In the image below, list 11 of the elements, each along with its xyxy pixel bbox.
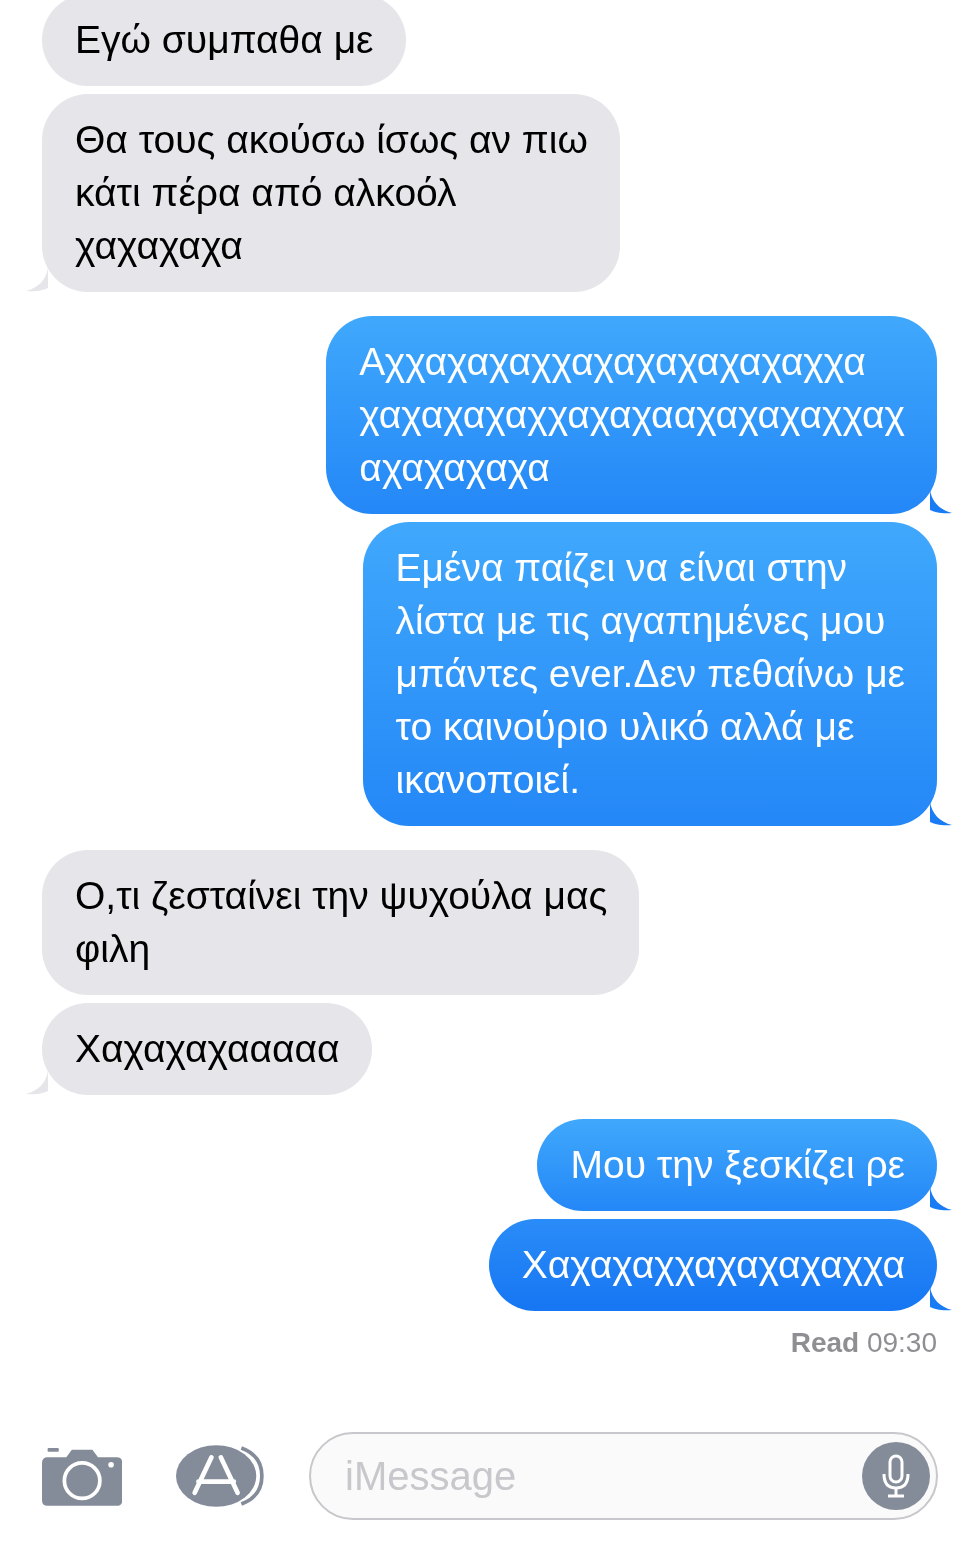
read-receipt: Read 09:30	[790, 1327, 937, 1359]
microphone-icon[interactable]	[862, 1442, 930, 1510]
sent-message-bubble: Μου την ξεσκίζει ρε	[537, 1119, 937, 1211]
sent-message-bubble: Χαχαχαχχαχαχαχαχχα	[488, 1219, 937, 1311]
received-message-bubble: Χαχαχαχααααα	[42, 1003, 372, 1095]
received-message-bubble: Εγώ συμπαθα με	[42, 0, 406, 86]
received-message-bubble: Θα τους ακούσω ίσως αν πιω κάτι πέρα από αλκοόλ χαχαχαχα	[42, 94, 620, 292]
app-store-icon[interactable]	[176, 1442, 264, 1510]
received-message-bubble: Ο,τι ζεσταίνει την ψυχούλα μας φιλη	[42, 850, 640, 995]
sent-message-bubble: Αχχαχαχαχχαχαχαχαχαχαχχα χαχαχαχαχχαχαχααχαχαχαχχαχ αχαχαχαχα	[326, 316, 937, 514]
sent-message-bubble: Εμένα παίζει να είναι στην λίστα με τις αγαπημένες μου μπάντες ever.Δεν πεθαίνω με το καινούριο υλικό αλλά με ικανοποιεί.	[362, 522, 937, 826]
